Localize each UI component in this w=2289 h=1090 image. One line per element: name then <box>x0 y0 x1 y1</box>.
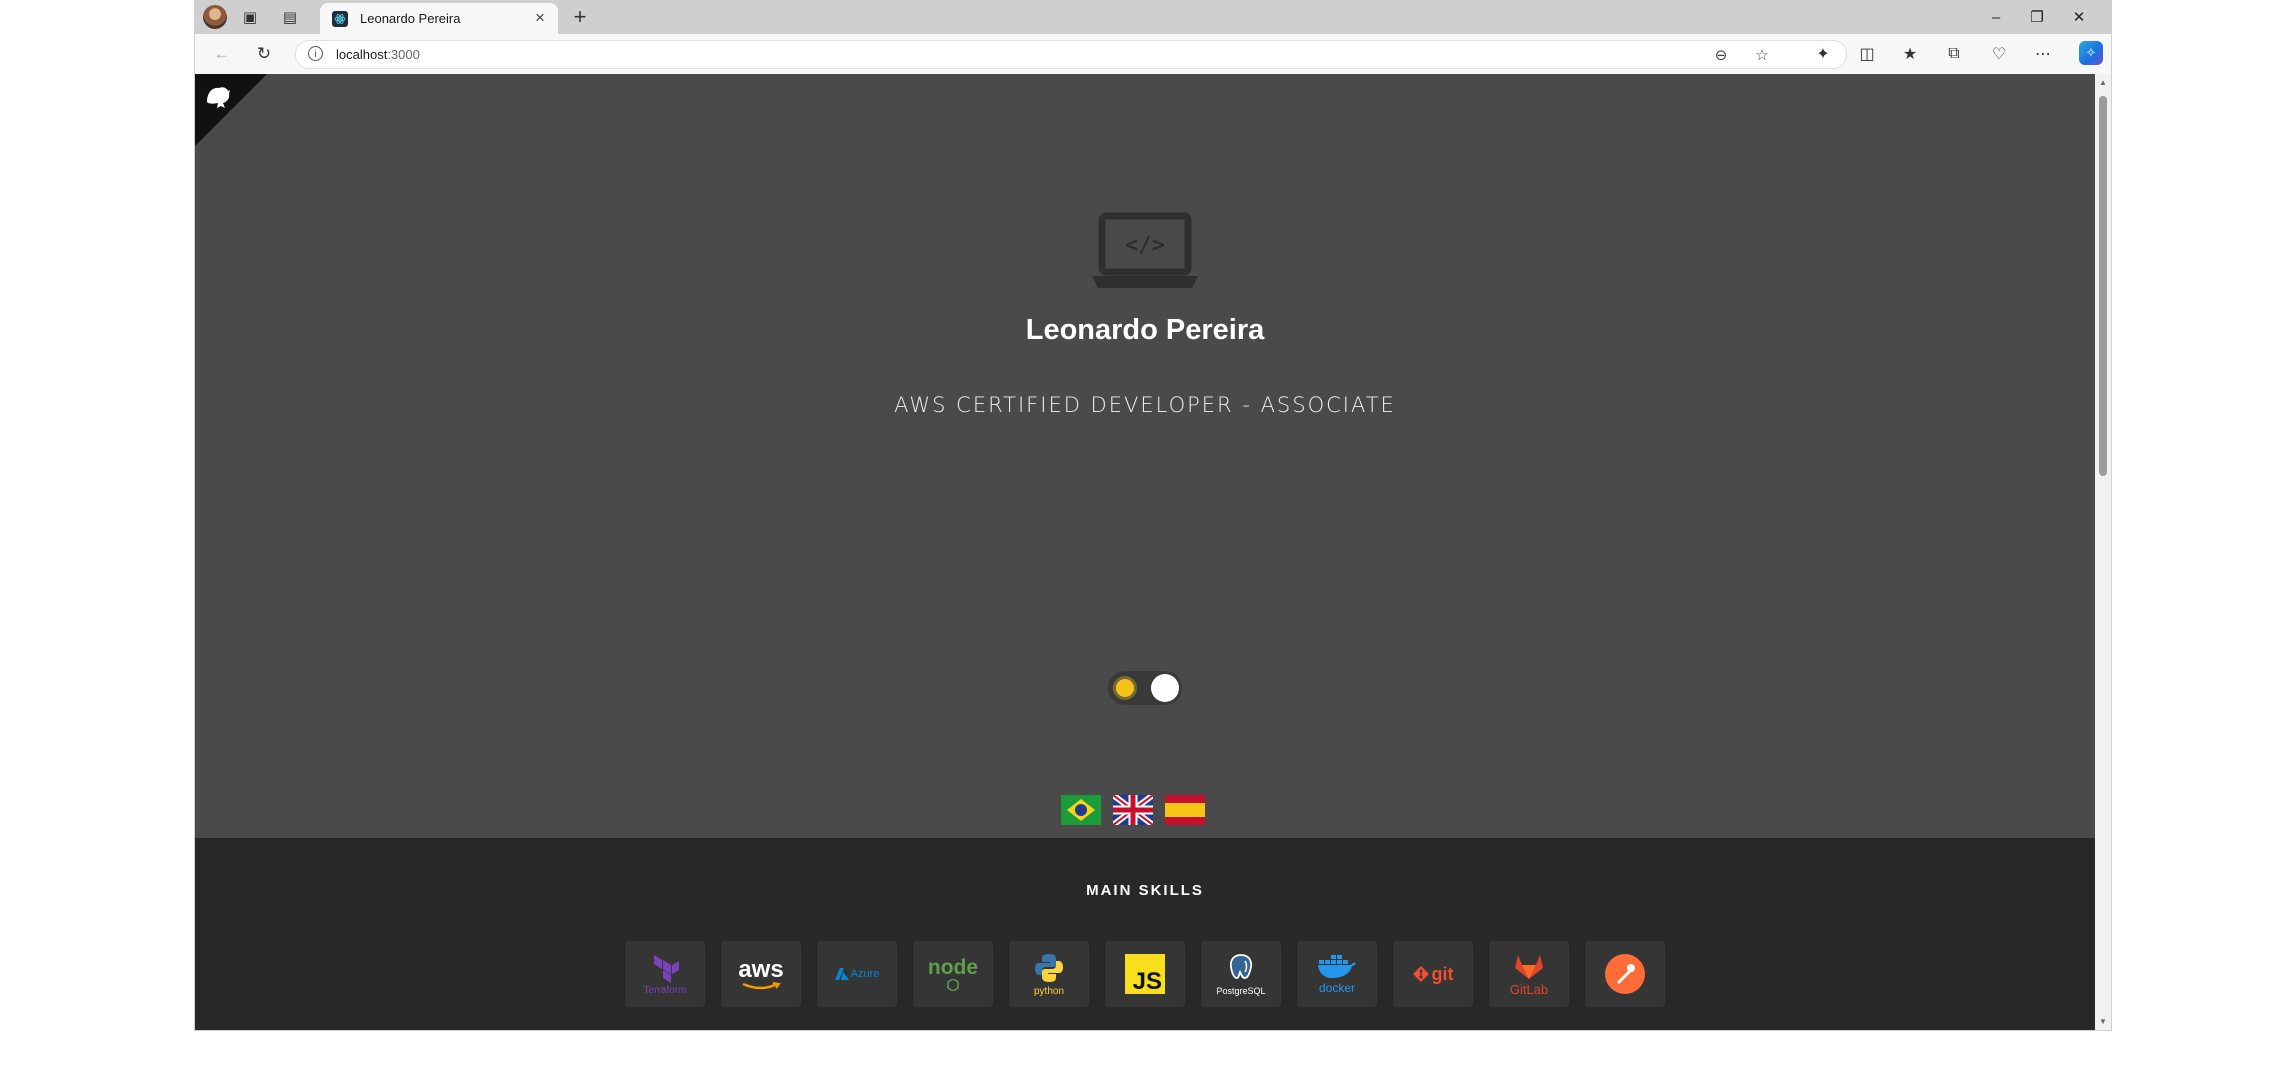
skill-azure[interactable]: Azure <box>817 941 897 1007</box>
python-icon <box>1035 953 1063 982</box>
page-viewport: </> Leonardo Pereira AWS CERTIFIED DEVEL… <box>195 74 2095 1030</box>
reload-icon[interactable]: ↻ <box>251 42 277 66</box>
address-bar[interactable]: i localhost:3000 ⊖ ☆ <box>295 40 1847 69</box>
skill-label: python <box>1033 985 1065 997</box>
svg-text:</>: </> <box>1125 233 1165 258</box>
skill-postman[interactable] <box>1585 941 1665 1007</box>
url-host: localhost <box>336 47 388 62</box>
brazil-flag-icon[interactable] <box>1061 795 1101 825</box>
page-title: Leonardo Pereira <box>1025 314 1265 346</box>
restore-button[interactable]: ❐ <box>2017 4 2057 30</box>
language-selector <box>1061 795 1205 825</box>
scroll-thumb[interactable] <box>2099 96 2107 476</box>
tab-title: Leonardo Pereira <box>360 11 461 26</box>
more-menu-icon[interactable]: ⋯ <box>2031 43 2055 65</box>
browser-window: ▣ ▤ Leonardo Pereira × + – ❐ ✕ ← ↻ i loc… <box>195 0 2111 1030</box>
skill-nodejs[interactable]: node <box>913 941 993 1007</box>
postman-icon <box>1605 954 1645 994</box>
profile-avatar[interactable] <box>203 5 227 29</box>
hero-section: </> Leonardo Pereira AWS CERTIFIED DEVEL… <box>195 74 2095 838</box>
workspaces-icon[interactable]: ▣ <box>239 6 261 28</box>
javascript-icon: JS <box>1125 954 1165 995</box>
skill-postgresql[interactable]: PostgreSQL <box>1201 941 1281 1007</box>
url-port: :3000 <box>387 47 420 62</box>
url-text[interactable]: localhost:3000 <box>336 47 420 62</box>
skill-python[interactable]: python <box>1009 941 1089 1007</box>
spain-flag-icon[interactable] <box>1165 795 1205 825</box>
skill-docker[interactable]: docker <box>1297 941 1377 1007</box>
new-tab-button[interactable]: + <box>567 4 593 30</box>
skill-terraform[interactable]: Terraform <box>625 941 705 1007</box>
skill-label: git <box>1431 963 1454 984</box>
favorites-icon[interactable]: ★ <box>1898 43 1922 65</box>
nodejs-hexagon-icon <box>947 979 959 991</box>
aws-logo-text: aws <box>738 956 784 983</box>
browser-toolbar: ← ↻ i localhost:3000 ⊖ ☆ ✦ ◫ ★ ⧉ ♡ ⋯ ✧ <box>195 34 2111 74</box>
azure-icon <box>834 968 849 980</box>
postgresql-elephant-icon <box>1229 954 1253 979</box>
toggle-knob[interactable] <box>1151 674 1179 702</box>
skill-javascript[interactable]: JS <box>1105 941 1185 1007</box>
skills-section: MAIN SKILLS Terraform aws Azure node pyt… <box>195 838 2095 1030</box>
copilot-icon[interactable]: ✧ <box>2079 41 2103 65</box>
page-subtitle: AWS CERTIFIED DEVELOPER - ASSOCIATE <box>894 393 1396 417</box>
vertical-tabs-icon[interactable]: ▤ <box>279 6 301 28</box>
scroll-up-icon[interactable]: ▲ <box>2099 78 2107 87</box>
docker-whale-icon <box>1318 955 1356 978</box>
browser-essentials-icon[interactable]: ♡ <box>1987 43 2011 65</box>
skill-aws[interactable]: aws <box>721 941 801 1007</box>
zoom-out-icon[interactable]: ⊖ <box>1711 46 1731 64</box>
tab-strip: ▣ ▤ Leonardo Pereira × + – ❐ ✕ <box>195 0 2111 34</box>
skills-title: MAIN SKILLS <box>1086 882 1204 899</box>
split-screen-icon[interactable]: ◫ <box>1855 43 1879 65</box>
theme-toggle[interactable] <box>1108 671 1182 705</box>
site-info-icon[interactable]: i <box>308 46 323 61</box>
close-window-button[interactable]: ✕ <box>2059 4 2099 30</box>
back-arrow-icon[interactable]: ← <box>209 42 235 66</box>
minimize-button[interactable]: – <box>1976 4 2016 30</box>
collections-icon[interactable]: ⧉ <box>1942 43 1966 65</box>
logo-icon[interactable] <box>203 82 233 112</box>
laptop-code-icon: </> <box>1092 212 1198 288</box>
skill-gitlab[interactable]: GitLab <box>1489 941 1569 1007</box>
react-favicon-icon <box>332 11 348 27</box>
skill-label: PostgreSQL <box>1216 986 1266 996</box>
skill-label: Terraform <box>643 984 687 996</box>
git-icon <box>1412 966 1429 982</box>
gitlab-fox-icon <box>1515 954 1543 979</box>
tab-close-icon[interactable]: × <box>530 8 550 28</box>
skill-label: GitLab <box>1509 981 1549 997</box>
page-scrollbar[interactable]: ▲ ▼ <box>2095 74 2111 1030</box>
aws-smile-icon <box>742 982 781 990</box>
uk-flag-icon[interactable] <box>1113 795 1153 825</box>
sun-icon <box>1116 679 1134 697</box>
skill-label: node <box>927 956 979 979</box>
terraform-icon <box>654 954 679 983</box>
skill-label: Azure <box>850 968 880 980</box>
skills-list: Terraform aws Azure node python JS Postg… <box>625 941 1665 1007</box>
scroll-down-icon[interactable]: ▼ <box>2099 1017 2107 1026</box>
favorite-star-icon[interactable]: ☆ <box>1752 46 1772 64</box>
extensions-icon[interactable]: ✦ <box>1811 43 1835 65</box>
tab-active[interactable]: Leonardo Pereira × <box>320 3 558 34</box>
skill-label: docker <box>1318 981 1356 995</box>
skill-label: JS <box>1132 968 1162 995</box>
skill-git[interactable]: git <box>1393 941 1473 1007</box>
